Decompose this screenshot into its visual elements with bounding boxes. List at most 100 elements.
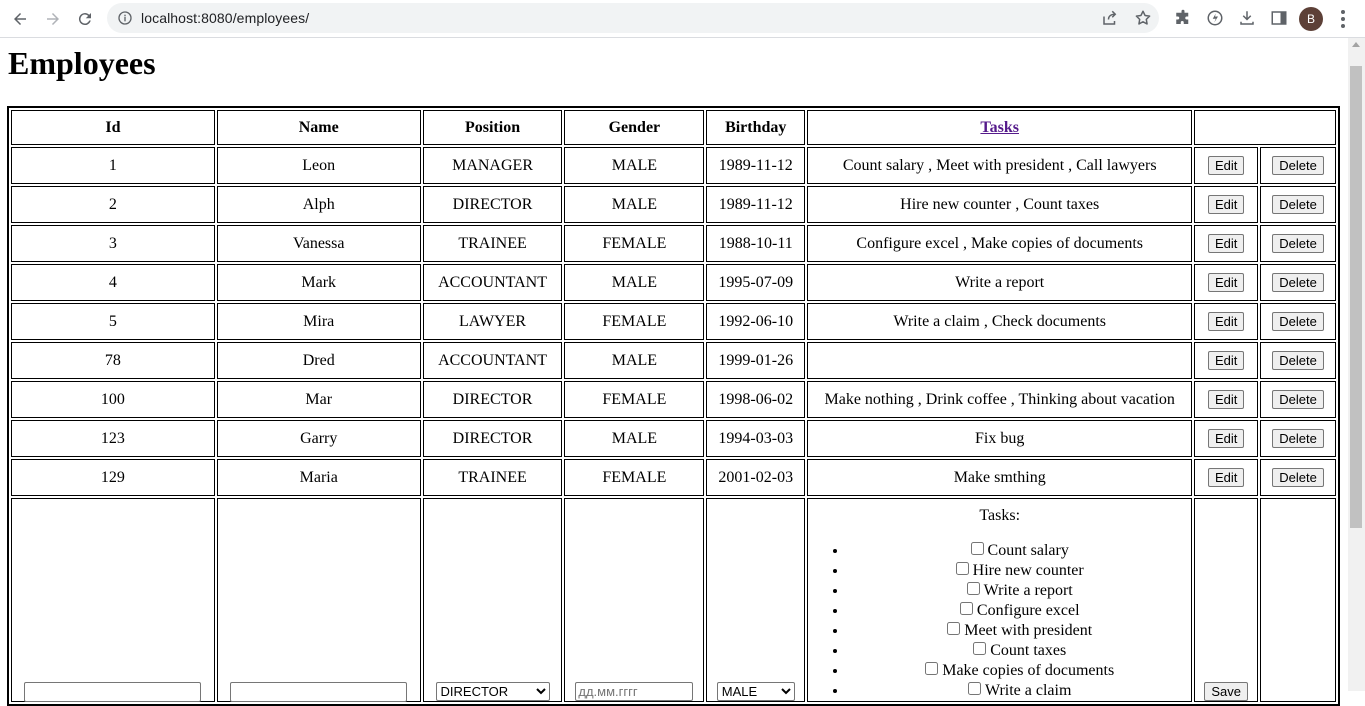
- cell-id: 123: [11, 420, 215, 457]
- cell-tasks: Fix bug: [807, 420, 1193, 457]
- forward-icon[interactable]: [40, 6, 66, 32]
- cell-name: Mark: [216, 264, 421, 301]
- task-option-label: Make copies of documents: [942, 662, 1115, 679]
- edit-button[interactable]: Edit: [1207, 429, 1245, 448]
- table-body: 1 Leon MANAGER MALE 1989-11-12 Count salary ,…: [11, 147, 1336, 702]
- download-icon[interactable]: [1238, 9, 1256, 27]
- header-actions: [1194, 110, 1336, 145]
- new-employee-form-row: DIRECTOR MALE Tasks: Count salary Hire ne…: [11, 498, 1336, 702]
- profile-avatar[interactable]: B: [1299, 7, 1323, 31]
- cell-position: DIRECTOR: [422, 186, 563, 223]
- delete-button[interactable]: Delete: [1272, 312, 1324, 331]
- cell-edit: Edit: [1194, 225, 1259, 262]
- cell-edit: Edit: [1194, 381, 1259, 418]
- task-checkbox[interactable]: [970, 542, 984, 555]
- scroll-thumb[interactable]: [1350, 66, 1362, 528]
- cell-id: 78: [11, 342, 215, 379]
- task-checkbox[interactable]: [947, 622, 961, 635]
- cell-birthday: 1992-06-10: [706, 303, 806, 340]
- task-option-item: Meet with president: [848, 621, 1191, 641]
- scroll-up-arrow-icon[interactable]: [1352, 42, 1360, 47]
- position-select[interactable]: DIRECTOR: [435, 682, 550, 701]
- task-option-item: Write a claim: [848, 681, 1191, 701]
- task-checkbox[interactable]: [955, 562, 969, 575]
- delete-button[interactable]: Delete: [1272, 468, 1324, 487]
- cell-edit: Edit: [1194, 147, 1259, 184]
- delete-button[interactable]: Delete: [1272, 234, 1324, 253]
- table-row: 5 Mira LAWYER FEMALE 1992-06-10 Write a claim…: [11, 303, 1336, 340]
- address-bar[interactable]: localhost:8080/employees/: [107, 3, 1159, 33]
- employees-table: Id Name Position Gender Birthday Tasks 1…: [7, 106, 1340, 706]
- edit-button[interactable]: Edit: [1207, 390, 1245, 409]
- task-checkbox[interactable]: [925, 662, 939, 675]
- edit-button[interactable]: Edit: [1207, 351, 1245, 370]
- edit-button[interactable]: Edit: [1207, 234, 1245, 253]
- back-icon[interactable]: [7, 6, 33, 32]
- cell-edit: Edit: [1194, 459, 1259, 496]
- side-panel-icon[interactable]: [1270, 9, 1288, 27]
- cell-gender: MALE: [564, 264, 705, 301]
- edit-button[interactable]: Edit: [1207, 273, 1245, 292]
- cell-name: Mira: [216, 303, 421, 340]
- task-option-item: Count salary: [848, 541, 1191, 561]
- table-row: 3 Vanessa TRAINEE FEMALE 1988-10-11 Configure…: [11, 225, 1336, 262]
- cell-id: 5: [11, 303, 215, 340]
- tasks-link[interactable]: Tasks: [980, 119, 1019, 136]
- page-scrollbar[interactable]: [1348, 38, 1365, 691]
- reload-icon[interactable]: [72, 6, 98, 32]
- task-option-item: Write a report: [848, 581, 1191, 601]
- info-icon[interactable]: [117, 10, 133, 26]
- form-tasks-cell: Tasks: Count salary Hire new counter Write…: [807, 498, 1193, 702]
- cell-edit: Edit: [1194, 420, 1259, 457]
- header-tasks: Tasks: [807, 110, 1193, 145]
- cell-name: Leon: [216, 147, 421, 184]
- table-row: 129 Maria TRAINEE FEMALE 2001-02-03 Make smth…: [11, 459, 1336, 496]
- id-input[interactable]: [24, 681, 202, 702]
- more-menu-icon[interactable]: [1335, 8, 1351, 30]
- task-checkbox[interactable]: [973, 642, 987, 655]
- cell-gender: FEMALE: [564, 303, 705, 340]
- sync-extension-icon[interactable]: [1206, 9, 1224, 27]
- edit-button[interactable]: Edit: [1207, 468, 1245, 487]
- edit-button[interactable]: Edit: [1207, 312, 1245, 331]
- cell-delete: Delete: [1260, 381, 1336, 418]
- edit-button[interactable]: Edit: [1207, 195, 1245, 214]
- form-id-cell: [11, 498, 215, 702]
- star-icon[interactable]: [1134, 9, 1152, 27]
- cell-position: ACCOUNTANT: [422, 342, 563, 379]
- share-icon[interactable]: [1101, 9, 1119, 27]
- delete-button[interactable]: Delete: [1272, 429, 1324, 448]
- task-checkbox[interactable]: [966, 582, 980, 595]
- delete-button[interactable]: Delete: [1272, 273, 1324, 292]
- cell-tasks: Configure excel , Make copies of documen…: [807, 225, 1193, 262]
- cell-position: ACCOUNTANT: [422, 264, 563, 301]
- task-checkbox[interactable]: [959, 602, 973, 615]
- cell-birthday: 1989-11-12: [706, 147, 806, 184]
- cell-birthday: 1994-03-03: [706, 420, 806, 457]
- cell-id: 4: [11, 264, 215, 301]
- gender-select[interactable]: MALE: [716, 682, 795, 701]
- cell-name: Garry: [216, 420, 421, 457]
- delete-button[interactable]: Delete: [1272, 390, 1324, 409]
- delete-button[interactable]: Delete: [1272, 351, 1324, 370]
- tasks-form-title: Tasks:: [979, 507, 1021, 524]
- task-option-label: Count taxes: [990, 642, 1067, 659]
- delete-button[interactable]: Delete: [1272, 195, 1324, 214]
- form-empty-cell: [1260, 498, 1336, 702]
- name-input[interactable]: [230, 681, 408, 702]
- task-checkbox[interactable]: [967, 682, 981, 695]
- task-option-item: Configure excel: [848, 601, 1191, 621]
- cell-gender: FEMALE: [564, 381, 705, 418]
- edit-button[interactable]: Edit: [1207, 156, 1245, 175]
- cell-id: 1: [11, 147, 215, 184]
- cell-id: 3: [11, 225, 215, 262]
- save-button[interactable]: Save: [1204, 682, 1248, 701]
- birthday-date-input[interactable]: [575, 682, 694, 701]
- task-option-item: Hire new counter: [848, 561, 1191, 581]
- extensions-icon[interactable]: [1174, 9, 1192, 27]
- delete-button[interactable]: Delete: [1272, 156, 1324, 175]
- table-row: 4 Mark ACCOUNTANT MALE 1995-07-09 Write a rep…: [11, 264, 1336, 301]
- cell-birthday: 1998-06-02: [706, 381, 806, 418]
- cell-birthday: 1995-07-09: [706, 264, 806, 301]
- table-row: 78 Dred ACCOUNTANT MALE 1999-01-26 Edit Delete: [11, 342, 1336, 379]
